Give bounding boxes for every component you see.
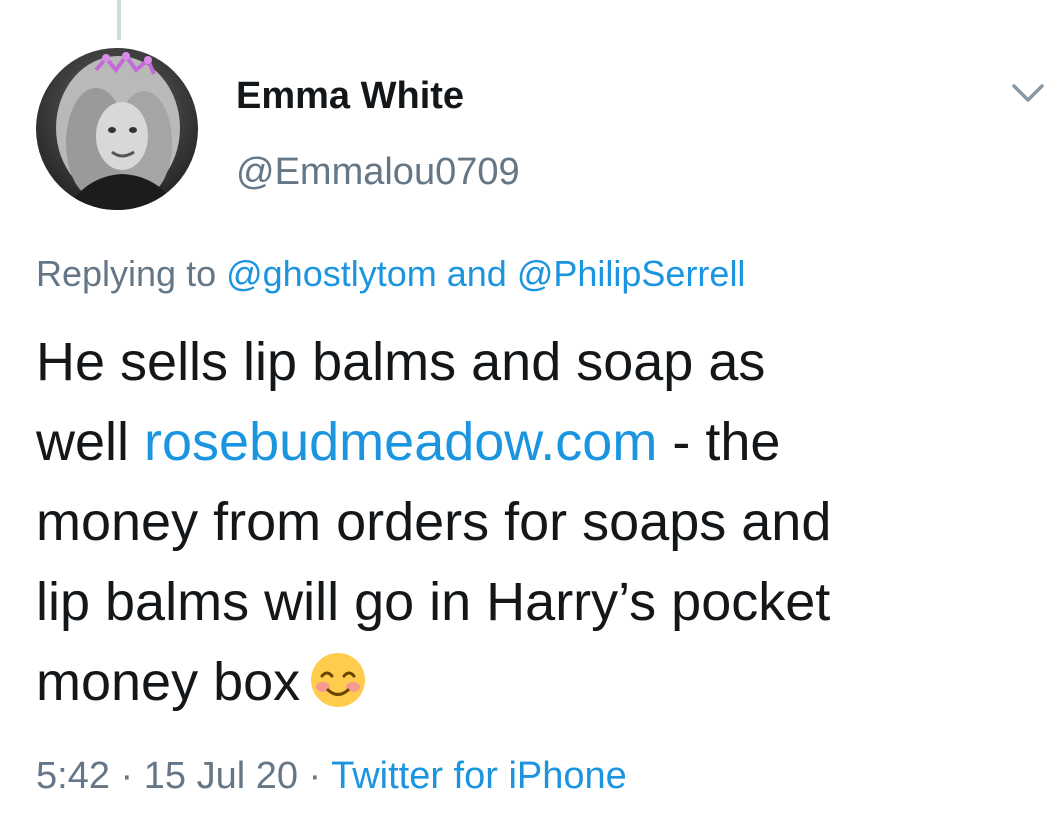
tweet-time[interactable]: 5:42 <box>36 755 110 797</box>
chevron-down-icon[interactable] <box>1008 78 1048 108</box>
mention-link-ghostlytom[interactable]: @ghostlytom <box>226 253 437 294</box>
tweet-line-1: He sells lip balms and soap as <box>36 332 766 392</box>
tweet-meta: 5:42 · 15 Jul 20 · Twitter for iPhone <box>36 754 627 798</box>
url-link-rosebudmeadow[interactable]: rosebudmeadow.com <box>144 412 657 472</box>
tweet-source-link[interactable]: Twitter for iPhone <box>331 755 627 797</box>
tweet-line-4: lip balms will go in Harry’s pocket <box>36 572 831 632</box>
author-display-name[interactable]: Emma White <box>236 74 464 118</box>
replying-joiner: and <box>436 253 517 294</box>
meta-separator: · <box>109 755 144 797</box>
replying-to: Replying to @ghostlytom and @PhilipSerre… <box>36 252 745 296</box>
tweet-line-5-text: money box <box>36 652 301 712</box>
tweet-line-2: well rosebudmeadow.com - the <box>36 402 1036 482</box>
tweet-line-3: money from orders for soaps and <box>36 492 832 552</box>
avatar[interactable] <box>36 48 198 210</box>
tweet-line-2-end: - the <box>657 412 781 472</box>
tweet-text: He sells lip balms and soap as well rose… <box>36 322 1036 722</box>
tweet-date[interactable]: 15 Jul 20 <box>144 755 298 797</box>
author-handle[interactable]: @Emmalou0709 <box>236 150 520 194</box>
tweet-line-5: money box <box>36 642 1036 722</box>
replying-prefix: Replying to <box>36 253 227 294</box>
tweet-line-2-start: well <box>36 412 145 472</box>
avatar-image <box>36 48 198 210</box>
smiling-face-emoji-icon <box>308 650 368 710</box>
meta-separator: · <box>297 755 332 797</box>
mention-link-philipserrell[interactable]: @PhilipSerrell <box>517 253 746 294</box>
thread-connector-line <box>117 0 121 40</box>
